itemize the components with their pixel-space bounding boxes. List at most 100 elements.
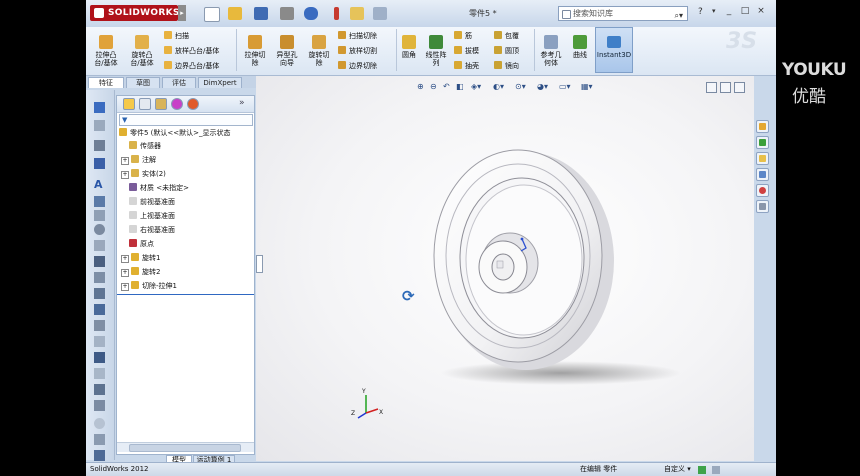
new-file-icon[interactable] <box>204 7 220 22</box>
sweep-button[interactable]: 扫描 <box>164 31 189 41</box>
tree-item[interactable]: + 旋转1 <box>121 253 160 263</box>
options-icon[interactable] <box>373 7 387 20</box>
appearance-icon[interactable]: ◕▾ <box>537 82 548 91</box>
rotate-view-icon[interactable]: ⟳ <box>402 287 415 305</box>
file-properties-icon[interactable] <box>350 7 364 20</box>
smart-dimension-icon[interactable] <box>94 102 105 113</box>
tree-item[interactable]: + 旋转2 <box>121 267 160 277</box>
brush-icon[interactable] <box>94 158 105 169</box>
configurationmanager-tab-icon[interactable] <box>155 98 167 110</box>
tab-sketch[interactable]: 草图 <box>126 77 160 88</box>
panel-collapse-handle[interactable] <box>256 255 263 273</box>
solidworks-resources-icon[interactable] <box>756 120 769 133</box>
help-dropdown-icon[interactable]: ▾ <box>712 7 716 15</box>
tree-item[interactable]: 原点 <box>121 239 154 249</box>
expand-toggle-icon[interactable]: + <box>121 269 129 277</box>
shell-button[interactable]: 抽壳 <box>454 61 479 71</box>
view-orientation-icon[interactable]: ◈▾ <box>471 82 481 91</box>
image-icon[interactable] <box>94 304 105 315</box>
table-icon[interactable] <box>94 288 105 299</box>
tab-evaluate[interactable]: 评估 <box>162 77 196 88</box>
help-icon[interactable]: ? <box>698 7 703 17</box>
view-palette-icon[interactable] <box>756 168 769 181</box>
expand-panel-icon[interactable]: » <box>239 98 251 110</box>
layers-icon[interactable] <box>94 450 105 461</box>
menu-arrow-icon[interactable]: ▸ <box>178 5 186 21</box>
rebuild-status-icon[interactable] <box>698 466 706 474</box>
tree-root[interactable]: 零件5 (默认<<默认>_显示状态 <box>119 128 231 138</box>
expand-toggle-icon[interactable]: + <box>121 157 129 165</box>
tree-item[interactable]: 前视基准面 <box>121 197 175 207</box>
tab-features[interactable]: 特征 <box>88 77 124 88</box>
target-icon[interactable] <box>94 418 105 429</box>
display-style-icon[interactable]: ◐▾ <box>493 82 504 91</box>
expand-toggle-icon[interactable]: + <box>121 171 129 179</box>
tree-item[interactable]: + 实体(2) <box>121 169 166 179</box>
linear-pattern-button[interactable]: 线性阵 列 <box>422 35 450 67</box>
scrollbar-thumb[interactable] <box>129 444 241 452</box>
dimxpertmanager-tab-icon[interactable] <box>171 98 183 110</box>
measure-icon[interactable] <box>94 320 105 331</box>
viewport-maximize-icon[interactable] <box>734 82 745 93</box>
status-custom-menu[interactable]: 自定义 ▾ <box>664 463 691 476</box>
loft-boss-button[interactable]: 放样凸台/基体 <box>164 46 219 56</box>
surface-icon[interactable] <box>94 336 105 347</box>
search-icon[interactable]: ⌕▾ <box>675 9 684 22</box>
rib-button[interactable]: 筋 <box>454 31 472 41</box>
tree-item[interactable]: + 切除-拉伸1 <box>121 281 177 291</box>
boundary-cut-button[interactable]: 边界切除 <box>338 61 377 71</box>
appearances-icon[interactable] <box>756 184 769 197</box>
lofted-cut-button[interactable]: 放样切割 <box>338 46 377 56</box>
propertymanager-tab-icon[interactable] <box>139 98 151 110</box>
tab-dimxpert[interactable]: DimXpert <box>198 77 242 88</box>
balloon-icon[interactable] <box>94 210 105 221</box>
zoom-icon[interactable] <box>94 224 105 235</box>
cut-icon[interactable] <box>94 400 105 411</box>
view-settings-icon[interactable]: ▦▾ <box>581 82 593 91</box>
expand-toggle-icon[interactable]: + <box>121 283 129 291</box>
minimize-button[interactable]: _ <box>722 5 736 18</box>
zoom-to-fit-icon[interactable]: ⊕ <box>417 82 424 91</box>
check-icon[interactable] <box>94 256 105 267</box>
rollback-bar[interactable] <box>117 294 254 295</box>
revolve-cut-button[interactable]: 旋转切 除 <box>304 35 334 67</box>
extrude-boss-button[interactable]: 拉伸凸 台/基体 <box>90 35 122 67</box>
file-explorer-icon[interactable] <box>756 152 769 165</box>
tree-filter-input[interactable]: ▼ <box>119 114 253 126</box>
viewport-restore-icon[interactable] <box>720 82 731 93</box>
tree-item[interactable]: 右视基准面 <box>121 225 175 235</box>
mirror-button[interactable]: 镜向 <box>494 61 519 71</box>
solidworks-logo[interactable]: SOLIDWORKS <box>90 5 179 21</box>
triangle-icon[interactable] <box>94 368 105 379</box>
tree-item[interactable]: 传感器 <box>121 141 161 151</box>
horizontal-scrollbar[interactable] <box>117 442 254 452</box>
open-file-icon[interactable] <box>228 7 242 20</box>
extrude-cut-button[interactable]: 拉伸切 除 <box>240 35 270 67</box>
text-icon[interactable]: A <box>94 178 105 191</box>
search-input[interactable]: 搜索知识库 ⌕▾ <box>558 6 688 21</box>
viewport-tile-icon[interactable] <box>706 82 717 93</box>
weld-icon[interactable] <box>94 240 105 251</box>
undo-icon[interactable] <box>304 7 318 20</box>
display-manager-tab-icon[interactable] <box>187 98 199 110</box>
custom-properties-icon[interactable] <box>756 200 769 213</box>
dome-button[interactable]: 圆顶 <box>494 46 519 56</box>
featuremanager-tab-icon[interactable] <box>123 98 135 110</box>
section-view-icon[interactable]: ◧ <box>456 82 464 91</box>
tree-item[interactable]: 材质 <未指定> <box>121 183 189 193</box>
draft-button[interactable]: 拔模 <box>454 46 479 56</box>
bend-icon[interactable] <box>94 352 105 363</box>
close-button[interactable]: × <box>754 5 768 18</box>
design-library-icon[interactable] <box>756 136 769 149</box>
instant3d-button[interactable]: Instant3D <box>595 27 633 73</box>
restore-button[interactable]: □ <box>738 5 752 18</box>
scene-icon[interactable]: ▭▾ <box>559 82 571 91</box>
boundary-boss-button[interactable]: 边界凸台/基体 <box>164 61 219 71</box>
print-icon[interactable] <box>280 7 294 20</box>
zoom-area-icon[interactable]: ⊖ <box>430 82 437 91</box>
graphics-area[interactable]: Y Z X <box>256 76 754 461</box>
view-icon[interactable] <box>94 434 105 445</box>
revolve-boss-button[interactable]: 旋转凸 台/基体 <box>126 35 158 67</box>
curves-button[interactable]: 曲线 <box>568 35 592 59</box>
swept-cut-button[interactable]: 扫描切除 <box>338 31 377 41</box>
